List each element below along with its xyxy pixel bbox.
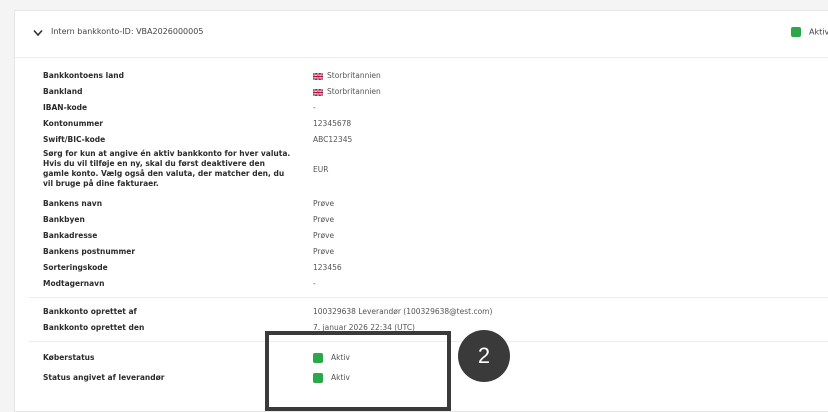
field-row: Sørg for kun at angive én aktiv bankkont… [43,149,823,189]
bank-account-header[interactable]: Intern bankkonto-ID: VBA2026000005 Aktiv [15,11,828,58]
created-value: 100329638 Leverandør (100329638@test.com… [313,307,493,316]
field-label: Sørg for kun at angive én aktiv bankkont… [43,149,291,188]
header-status: Aktiv [791,27,828,37]
chevron-down-icon[interactable] [33,29,43,37]
created-label: Bankkonto oprettet af [43,307,137,316]
created-label: Bankkonto oprettet den [43,323,145,332]
field-label: Sorteringskode [43,263,108,272]
field-value: 123456 [313,263,342,272]
field-label: Bankens postnummer [43,247,136,256]
field-value: - [313,279,316,288]
field-label: Swift/BIC-kode [43,135,106,144]
field-value: Storbritannien [313,87,381,97]
field-value: Prøve [313,199,335,208]
field-value: Prøve [313,231,335,240]
header-status-label: Aktiv [809,27,828,37]
field-value: 12345678 [313,119,352,128]
bank-account-title: Intern bankkonto-ID: VBA2026000005 [51,27,204,36]
field-label: Bankens navn [43,199,103,208]
field-label: Bankland [43,87,83,96]
highlight-box [265,331,451,411]
status-label: Status angivet af leverandør [43,373,165,382]
uk-flag-icon [313,88,323,96]
field-label: Bankbyen [43,215,85,224]
field-label: Kontonummer [43,119,104,128]
section-divider [29,297,828,298]
status-label: Køberstatus [43,353,95,362]
field-label: Modtagernavn [43,279,105,288]
field-value: Storbritannien [313,71,381,81]
status-dot-icon [791,27,801,37]
field-value: Prøve [313,215,335,224]
field-value: Prøve [313,247,335,256]
step-number-badge: 2 [458,330,510,382]
field-value: EUR [313,165,329,174]
field-value: - [313,103,316,112]
field-value: ABC12345 [313,135,353,144]
field-label: IBAN-kode [43,103,88,112]
field-label: Bankadresse [43,231,98,240]
uk-flag-icon [313,72,323,80]
field-label: Bankkontoens land [43,71,124,80]
